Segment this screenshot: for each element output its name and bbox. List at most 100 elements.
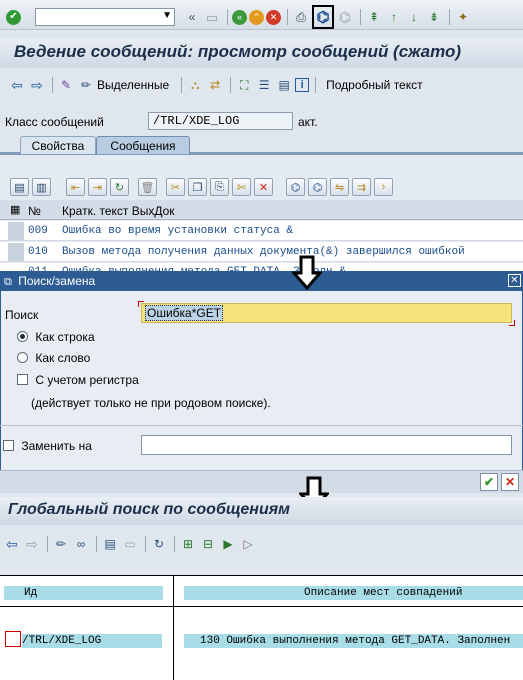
info-icon[interactable]: i: [295, 78, 310, 92]
dialog-title: Поиск/замена: [18, 274, 96, 288]
row-selector[interactable]: [8, 243, 24, 261]
separator: [47, 536, 48, 552]
search-label: Поиск: [5, 308, 39, 322]
as-string-label: Как строка: [35, 330, 95, 344]
arrow-right-icon[interactable]: ⇨: [28, 76, 46, 94]
replace-option[interactable]: Заменить на: [3, 439, 92, 453]
selected-button[interactable]: Выделенные: [97, 78, 169, 92]
next-page-icon[interactable]: ↓: [405, 8, 423, 26]
select-icon[interactable]: ▶: [219, 535, 237, 553]
column-header-number[interactable]: №: [28, 204, 41, 218]
message-class-field[interactable]: /TRL/XDE_LOG: [148, 112, 293, 130]
insert-row-icon[interactable]: ⇤: [66, 178, 85, 196]
arrow-right-icon[interactable]: ⇨: [23, 535, 41, 553]
pencil-icon[interactable]: ✏: [52, 535, 70, 553]
separator: [181, 77, 183, 93]
dialog-header: ⧉ Поиск/замена: [0, 271, 523, 291]
message-text[interactable]: Ошибка во время установки статуса &: [62, 225, 293, 237]
as-word-option[interactable]: Как слово: [17, 351, 90, 365]
delete-row-icon[interactable]: 🗑: [138, 178, 157, 196]
deselect-all-icon[interactable]: ▥: [32, 178, 51, 196]
column-settings-icon[interactable]: ▦: [10, 203, 20, 216]
search-input[interactable]: Ошибка*GET: [141, 303, 512, 323]
hierarchy-icon[interactable]: ⛶: [235, 76, 253, 94]
save-icon[interactable]: ▭: [203, 8, 221, 26]
result-description[interactable]: 130 Ошибка выполнения метода GET_DATA. З…: [200, 635, 510, 647]
result-id[interactable]: /TRL/XDE_LOG: [22, 635, 101, 647]
layout-icon[interactable]: ▤: [275, 76, 293, 94]
expand-icon[interactable]: ⇉: [352, 178, 371, 196]
scissors-icon[interactable]: ✄: [232, 178, 251, 196]
deselect-icon[interactable]: ▷: [239, 535, 257, 553]
separator: [96, 536, 97, 552]
arrow-left-icon[interactable]: ⇦: [3, 535, 21, 553]
as-word-label: Как слово: [35, 351, 91, 365]
case-sensitive-checkbox[interactable]: [17, 374, 28, 385]
transport-icon[interactable]: ⇄: [206, 76, 224, 94]
as-string-option[interactable]: Как строка: [17, 330, 95, 344]
layout-icon[interactable]: ▤: [101, 535, 119, 553]
display-change-icon[interactable]: ✎: [57, 76, 75, 94]
command-field[interactable]: ▼: [35, 8, 175, 26]
paste-icon[interactable]: ⎘: [210, 178, 229, 196]
row-selector[interactable]: [8, 222, 24, 240]
table-toolbar: ▤ ▥ ⇤ ⇥ ↻ 🗑 ✂ ❐ ⎘ ✄ ✕ ⌬ ⌬ ⇋ ⇉ ›: [10, 178, 396, 196]
back-icon[interactable]: «: [232, 9, 247, 25]
refresh-icon[interactable]: ↻: [150, 535, 168, 553]
tab-properties-label: Свойства: [31, 139, 85, 153]
case-sensitive-option[interactable]: С учетом регистра: [17, 373, 139, 387]
exit-icon[interactable]: ⌃: [249, 9, 264, 25]
enter-icon[interactable]: ✔: [6, 9, 21, 25]
confirm-icon[interactable]: ✔: [480, 473, 498, 491]
glasses-icon[interactable]: ∞: [72, 535, 90, 553]
row-marker-icon[interactable]: [5, 631, 21, 647]
cut-icon[interactable]: ✂: [166, 178, 185, 196]
tree-icon[interactable]: ⊞: [179, 535, 197, 553]
case-note: (действует только не при родовом поиске)…: [31, 396, 271, 410]
append-row-icon[interactable]: ⇥: [88, 178, 107, 196]
results-header-bottom-line: [0, 606, 523, 607]
chevron-right-icon[interactable]: ›: [374, 178, 393, 196]
global-search-title-text: Глобальный поиск по сообщениям: [8, 501, 290, 518]
scroll-icon[interactable]: ⇋: [330, 178, 349, 196]
last-page-icon[interactable]: ⇟: [425, 8, 443, 26]
first-page-icon[interactable]: ⇞: [365, 8, 383, 26]
close-icon[interactable]: ✕: [508, 274, 521, 287]
print-icon[interactable]: ⎙: [292, 8, 310, 26]
where-used-icon[interactable]: ⛬: [186, 76, 204, 94]
tab-properties[interactable]: Свойства: [20, 136, 96, 154]
previous-page-icon[interactable]: ↑: [385, 8, 403, 26]
page-title-text: Ведение сообщений: просмотр сообщений (с…: [14, 42, 462, 61]
double-chevron-left-icon[interactable]: «: [183, 8, 201, 26]
select-all-icon[interactable]: ▤: [10, 178, 29, 196]
detail-text-button[interactable]: Подробный текст: [326, 78, 422, 92]
copy-icon[interactable]: ❐: [188, 178, 207, 196]
results-column-description: Описание мест совпадений: [304, 587, 463, 599]
find-icon[interactable]: ⌬: [286, 178, 305, 196]
delete-icon[interactable]: ✕: [254, 178, 273, 196]
as-word-radio[interactable]: [17, 352, 28, 363]
message-text[interactable]: Вызов метода получения данных документа(…: [62, 246, 465, 258]
tab-messages[interactable]: Сообщения: [96, 136, 190, 154]
replace-input[interactable]: [141, 435, 512, 455]
pencil-icon[interactable]: ✏: [77, 76, 95, 94]
arrow-left-icon[interactable]: ⇦: [8, 76, 26, 94]
cancel-icon[interactable]: ✕: [266, 9, 281, 25]
table-icon[interactable]: ⊟: [199, 535, 217, 553]
as-string-radio[interactable]: [17, 331, 28, 342]
find-next-icon[interactable]: ⌬: [336, 8, 354, 26]
list-icon[interactable]: ▭: [121, 535, 139, 553]
cancel-icon[interactable]: ✕: [501, 473, 519, 491]
new-session-icon[interactable]: ✦: [454, 8, 472, 26]
tab-messages-label: Сообщения: [110, 139, 176, 153]
refresh-icon[interactable]: ↻: [110, 178, 129, 196]
separator: [287, 9, 288, 25]
find-next-icon[interactable]: ⌬: [308, 178, 327, 196]
focus-corner-mark: [138, 301, 144, 307]
column-header-text[interactable]: Кратк. текст ВыхДок: [62, 204, 175, 218]
chevron-down-icon[interactable]: ▼: [162, 10, 172, 21]
find-icon[interactable]: ⌬: [312, 5, 334, 29]
separator: [449, 9, 450, 25]
replace-checkbox[interactable]: [3, 440, 14, 451]
list-icon[interactable]: ☰: [255, 76, 273, 94]
